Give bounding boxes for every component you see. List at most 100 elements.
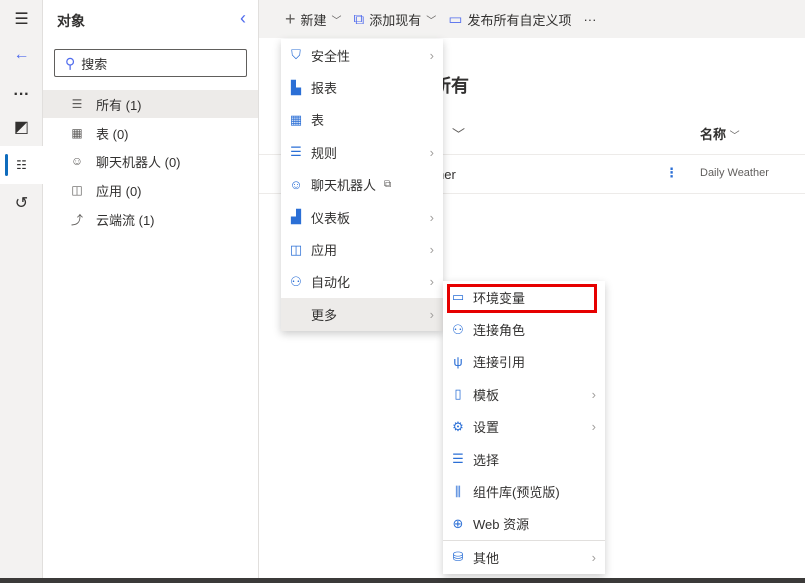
dashboard-icon: ▟	[291, 209, 301, 225]
item-label: 聊天机器人 (0)	[96, 154, 181, 170]
bottom-edge	[0, 578, 805, 583]
menu-label: 规则	[311, 145, 338, 161]
chevron-right-icon: ›	[429, 144, 434, 160]
publish-icon: ▭	[448, 11, 463, 28]
chevron-right-icon: ›	[591, 549, 596, 565]
menu-item-other[interactable]: ⛁ 其他 ›	[443, 541, 605, 573]
people-icon: ⚇	[452, 321, 464, 337]
report-icon: ▙	[291, 79, 301, 95]
menu-label: 仪表板	[311, 210, 351, 226]
menu-label: 报表	[311, 81, 338, 97]
shield-icon: ⛉	[291, 47, 301, 63]
menu-item-security[interactable]: ⛉ 安全性 ›	[281, 39, 443, 71]
chevron-down-icon[interactable]: ﹀	[452, 124, 465, 143]
database-icon: ⛁	[452, 549, 464, 565]
panel-item-bots[interactable]: ☺ 聊天机器人 (0)	[43, 147, 258, 175]
back-arrow-icon[interactable]: ←	[0, 36, 43, 74]
hamburger-icon[interactable]: ☰	[0, 0, 43, 38]
command-bar: + 新建 ﹀ ⧉ 添加现有 ﹀ ▭ 发布所有自定义项 ···	[259, 0, 805, 38]
item-label: 应用 (0)	[96, 183, 142, 199]
app-icon: ◫	[289, 241, 303, 257]
publish-button[interactable]: ▭ 发布所有自定义项	[448, 10, 571, 29]
item-label: 所有 (1)	[96, 97, 142, 113]
template-icon: ▯	[454, 386, 462, 402]
panel-item-all[interactable]: ☰ 所有 (1)	[43, 90, 258, 118]
chevron-down-icon: ﹀	[729, 131, 740, 142]
flow-icon: ⤴	[70, 212, 83, 227]
menu-item-web-resource[interactable]: ⊕ Web 资源	[443, 508, 605, 540]
row-more-icon[interactable]: ⋮	[665, 165, 678, 181]
panel-title: 对象	[57, 13, 85, 29]
table-icon: ▦	[71, 126, 83, 140]
menu-item-choice[interactable]: ☰ 选择	[443, 443, 605, 475]
menu-item-automation[interactable]: ⚇ 自动化 ›	[281, 266, 443, 298]
column-header-name[interactable]: 名称 ﹀	[700, 124, 740, 143]
web-resource-icon: ⊕	[452, 515, 464, 531]
panel-item-tables[interactable]: ▦ 表 (0)	[43, 119, 258, 147]
library-icon: ⫼	[455, 483, 461, 499]
more-submenu: ▭ 环境变量 ⚇ 连接角色 ψ 连接引用 ▯ 模板 › ⚙ 设置 › ☰ 选择 ⫼ 组件库(预览版…	[443, 281, 605, 574]
menu-label: 更多	[311, 307, 338, 323]
menu-label: 设置	[473, 420, 500, 436]
menu-label: Web 资源	[473, 517, 530, 533]
chevron-down-icon: ﹀	[426, 15, 437, 27]
list-icon: ☰	[71, 97, 83, 111]
new-label: 新建	[300, 12, 327, 28]
menu-label: 模板	[473, 387, 500, 403]
search-input[interactable]: ⚲ 搜索	[54, 49, 247, 77]
menu-label: 安全性	[311, 48, 351, 64]
menu-item-settings[interactable]: ⚙ 设置 ›	[443, 411, 605, 443]
bot-icon: ☺	[289, 177, 303, 193]
chevron-right-icon: ›	[429, 274, 434, 290]
env-var-icon: ▭	[451, 289, 465, 305]
menu-item-component-library[interactable]: ⫼ 组件库(预览版)	[443, 475, 605, 507]
objects-icon[interactable]: ☷	[0, 146, 43, 184]
bot-icon: ☺	[70, 154, 84, 168]
new-button[interactable]: + 新建 ﹀	[285, 9, 342, 30]
menu-item-app[interactable]: ◫ 应用 ›	[281, 233, 443, 265]
menu-label: 其他	[473, 550, 500, 566]
panel-item-apps[interactable]: ◫ 应用 (0)	[43, 176, 258, 204]
col-name-label: 名称	[700, 127, 727, 142]
plug-icon: ψ	[453, 354, 463, 370]
menu-item-template[interactable]: ▯ 模板 ›	[443, 378, 605, 410]
menu-label: 环境变量	[473, 290, 526, 306]
menu-item-dashboard[interactable]: ▟ 仪表板 ›	[281, 201, 443, 233]
menu-item-more[interactable]: 更多 ›	[281, 298, 443, 331]
menu-item-table[interactable]: ▦ 表	[281, 104, 443, 136]
menu-item-rules[interactable]: ☰ 规则 ›	[281, 136, 443, 168]
chevron-right-icon: ›	[591, 419, 596, 435]
app-icon: ◫	[71, 183, 83, 197]
row-name: Daily Weather	[700, 167, 769, 179]
search-placeholder: 搜索	[81, 56, 108, 72]
more-label: ···	[583, 11, 597, 27]
menu-label: 连接角色	[473, 323, 526, 339]
history-icon[interactable]: ↺	[0, 184, 43, 222]
new-menu: ⛉ 安全性 › ▙ 报表 ▦ 表 ☰ 规则 › ☺ 聊天机器人 ⧉ ▟ 仪表板 › ◫ 应用 › ⚇ 自动…	[281, 39, 443, 331]
more-commands-button[interactable]: ···	[583, 12, 596, 27]
collapse-chevron-icon[interactable]: ‹	[240, 8, 246, 29]
add-existing-icon: ⧉	[353, 10, 365, 28]
left-rail: ☰ ← ··· ◩ ☷ ↺	[0, 0, 43, 578]
add-existing-button[interactable]: ⧉ 添加现有 ﹀	[354, 10, 437, 29]
menu-label: 应用	[311, 243, 338, 259]
settings-icon: ⚙	[452, 418, 464, 434]
chevron-right-icon: ›	[591, 386, 596, 402]
menu-label: 连接引用	[473, 355, 526, 371]
add-existing-label: 添加现有	[369, 12, 422, 28]
publish-label: 发布所有自定义项	[467, 12, 572, 28]
item-label: 表 (0)	[96, 126, 129, 142]
menu-item-connection-role[interactable]: ⚇ 连接角色	[443, 313, 605, 345]
menu-item-report[interactable]: ▙ 报表	[281, 71, 443, 103]
chevron-right-icon: ›	[429, 47, 434, 63]
chevron-right-icon: ›	[429, 242, 434, 258]
menu-label: 聊天机器人	[311, 178, 377, 194]
menu-label: 自动化	[311, 275, 351, 291]
menu-item-bot[interactable]: ☺ 聊天机器人 ⧉	[281, 169, 443, 201]
table-icon: ▦	[289, 111, 303, 127]
menu-item-env-variable[interactable]: ▭ 环境变量	[443, 281, 605, 313]
chevron-down-icon: ﹀	[331, 15, 342, 27]
menu-item-connection-ref[interactable]: ψ 连接引用	[443, 346, 605, 378]
panel-item-flows[interactable]: ⤴ 云端流 (1)	[43, 205, 258, 233]
solution-icon[interactable]: ◩	[0, 108, 43, 146]
